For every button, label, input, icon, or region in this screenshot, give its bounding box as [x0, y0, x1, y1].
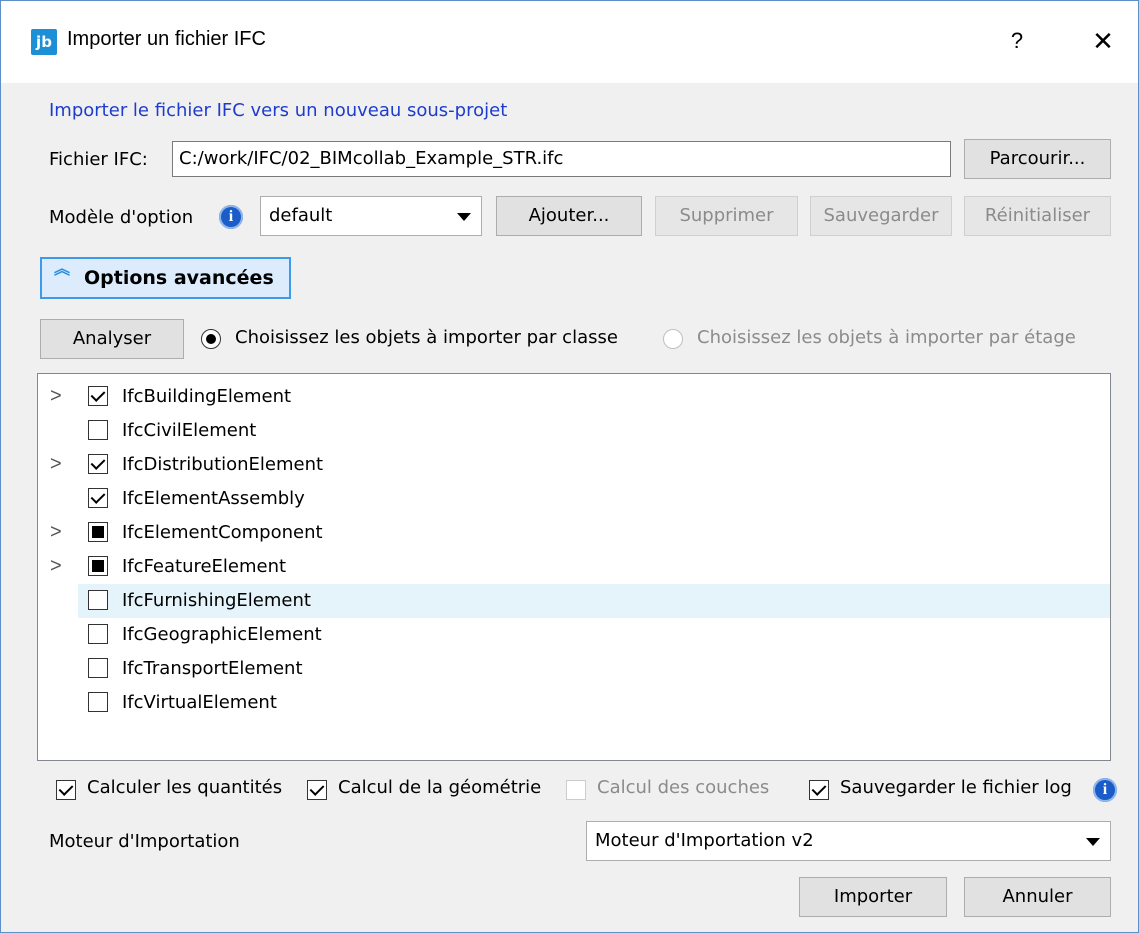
tree-row-label: IfcTransportElement [122, 658, 303, 679]
radio-by-floor-label[interactable]: Choisissez les objets à importer par éta… [697, 327, 1076, 348]
tree-row-checkbox[interactable] [88, 692, 108, 712]
engine-select[interactable]: Moteur d'Importation v2 [586, 821, 1111, 861]
tree-row[interactable]: IfcTransportElement [38, 652, 1110, 686]
app-logo-icon: jb [31, 29, 57, 55]
save-log-info-icon[interactable]: i [1093, 778, 1117, 802]
radio-by-floor[interactable] [663, 329, 683, 349]
tree-row-checkbox[interactable] [88, 658, 108, 678]
tree-row[interactable]: IfcGeographicElement [38, 618, 1110, 652]
chevron-down-icon [1086, 838, 1100, 846]
quantities-label[interactable]: Calculer les quantités [87, 777, 282, 798]
radio-dot [206, 334, 216, 344]
tree-row-label: IfcBuildingElement [122, 386, 292, 407]
option-model-label: Modèle d'option [49, 207, 194, 228]
import-button[interactable]: Importer [799, 877, 947, 917]
add-option-button[interactable]: Ajouter... [496, 196, 642, 236]
expand-chevron-icon[interactable]: > [50, 555, 66, 577]
tree-row-label: IfcElementAssembly [122, 488, 305, 509]
tree-row-checkbox[interactable] [88, 522, 108, 542]
engine-label: Moteur d'Importation [49, 831, 240, 852]
option-model-selected: default [269, 205, 333, 226]
tree-row-label: IfcElementComponent [122, 522, 323, 543]
delete-option-button[interactable]: Supprimer [655, 196, 798, 236]
tree-row[interactable]: > IfcFeatureElement [38, 550, 1110, 584]
save-option-button[interactable]: Sauvegarder [810, 196, 952, 236]
expand-chevron-icon[interactable]: > [50, 385, 66, 407]
tree-row-label: IfcCivilElement [122, 420, 257, 441]
tree-row-label: IfcFurnishingElement [122, 590, 311, 611]
window-title: Importer un fichier IFC [67, 28, 266, 50]
layers-checkbox[interactable] [566, 780, 586, 800]
close-button[interactable]: ✕ [1083, 23, 1123, 59]
help-button[interactable]: ? [997, 23, 1037, 59]
tree-row-label: IfcVirtualElement [122, 692, 277, 713]
advanced-options-toggle[interactable]: ︽ Options avancées [40, 257, 291, 299]
chevron-down-icon [457, 213, 471, 221]
import-ifc-dialog: jb Importer un fichier IFC ? ✕ Importer … [0, 0, 1139, 933]
file-path-input[interactable]: C:/work/IFC/02_BIMcollab_Example_STR.ifc [172, 141, 951, 177]
tree-row-checkbox[interactable] [88, 420, 108, 440]
layers-label[interactable]: Calcul des couches [597, 777, 769, 798]
tree-row[interactable]: IfcVirtualElement [38, 686, 1110, 720]
radio-by-class[interactable] [201, 329, 221, 349]
browse-button[interactable]: Parcourir... [964, 139, 1111, 179]
dialog-heading: Importer le fichier IFC vers un nouveau … [49, 100, 508, 121]
cancel-button[interactable]: Annuler [964, 877, 1111, 917]
tree-row-checkbox[interactable] [88, 386, 108, 406]
tree-row-checkbox[interactable] [88, 556, 108, 576]
expand-chevron-icon[interactable]: > [50, 521, 66, 543]
analyse-button[interactable]: Analyser [40, 319, 184, 359]
tree-row[interactable]: > IfcBuildingElement [38, 380, 1110, 414]
option-model-select[interactable]: default [260, 196, 482, 236]
quantities-checkbox[interactable] [56, 780, 76, 800]
geometry-checkbox[interactable] [307, 780, 327, 800]
tree-row[interactable]: IfcCivilElement [38, 414, 1110, 448]
save-log-checkbox[interactable] [809, 780, 829, 800]
option-model-info-icon[interactable]: i [219, 205, 243, 229]
chevron-up-double-icon: ︽ [53, 259, 70, 278]
tree-row[interactable]: IfcElementAssembly [38, 482, 1110, 516]
tree-row-checkbox[interactable] [88, 624, 108, 644]
title-bar: jb Importer un fichier IFC ? ✕ [1, 1, 1138, 83]
save-log-label[interactable]: Sauvegarder le fichier log [840, 777, 1072, 798]
tree-row[interactable]: > IfcDistributionElement [38, 448, 1110, 482]
tree-row-checkbox[interactable] [88, 590, 108, 610]
tree-row-checkbox[interactable] [88, 454, 108, 474]
expand-chevron-icon[interactable]: > [50, 453, 66, 475]
ifc-class-tree[interactable]: > IfcBuildingElement IfcCivilElement > I… [37, 373, 1111, 761]
geometry-label[interactable]: Calcul de la géométrie [338, 777, 541, 798]
engine-selected: Moteur d'Importation v2 [595, 830, 814, 851]
tree-row[interactable]: > IfcElementComponent [38, 516, 1110, 550]
tree-row-checkbox[interactable] [88, 488, 108, 508]
tree-row-label: IfcGeographicElement [122, 624, 322, 645]
advanced-options-label: Options avancées [84, 267, 274, 289]
tree-row-highlighted[interactable]: IfcFurnishingElement [78, 584, 1110, 618]
tree-row-label: IfcFeatureElement [122, 556, 287, 577]
radio-by-class-label[interactable]: Choisissez les objets à importer par cla… [235, 327, 618, 348]
file-label: Fichier IFC: [49, 149, 148, 170]
tree-row-label: IfcDistributionElement [122, 454, 324, 475]
reset-option-button[interactable]: Réinitialiser [964, 196, 1111, 236]
